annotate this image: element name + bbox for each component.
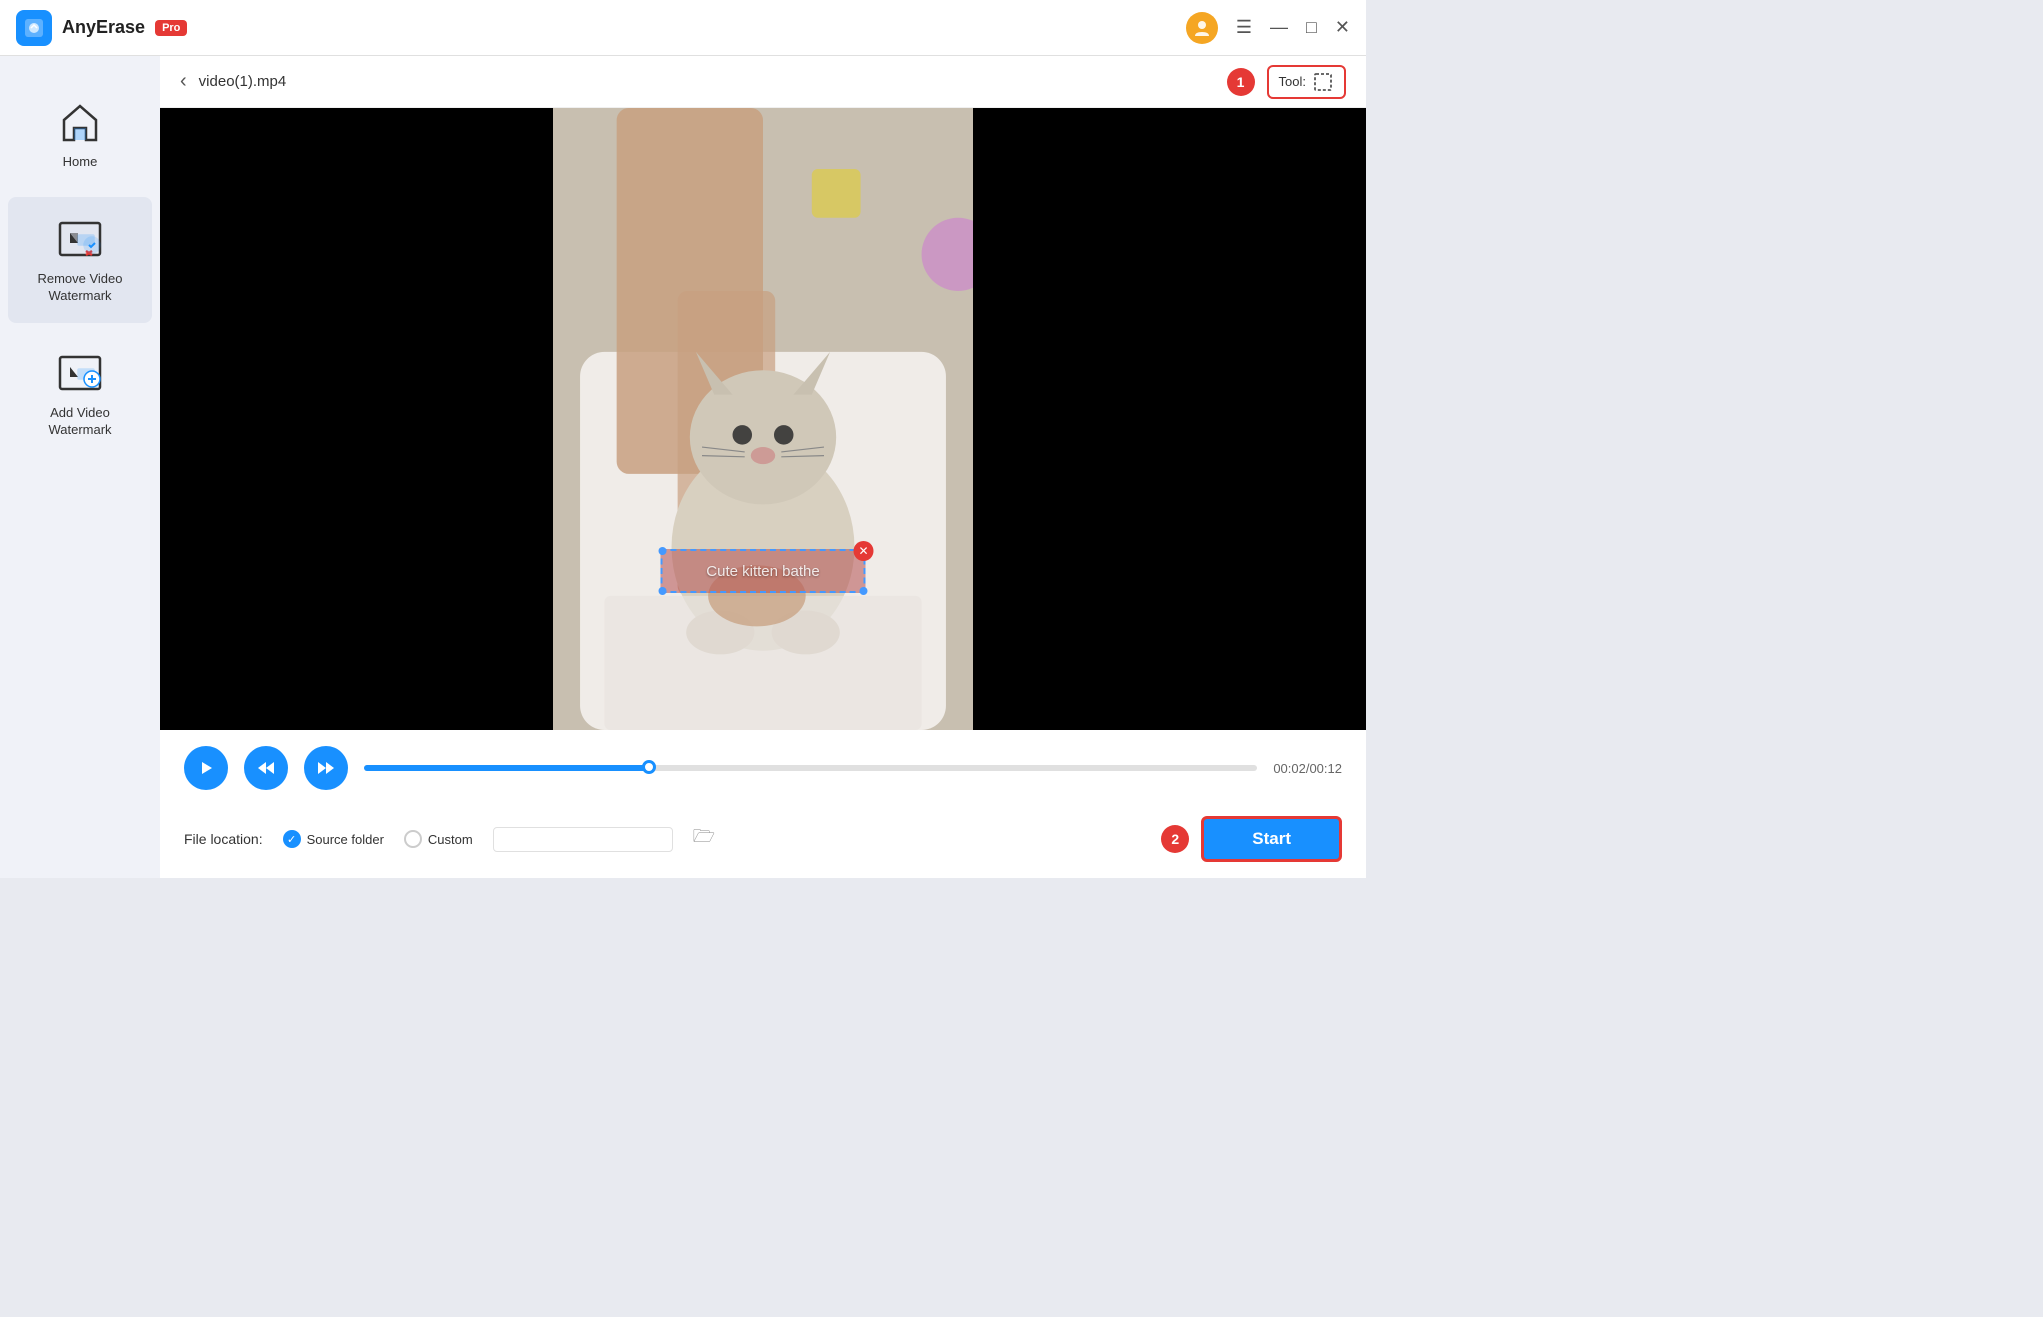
video-center-image: ✕ Cute kitten bathe (553, 108, 973, 730)
pro-badge: Pro (155, 20, 187, 36)
custom-option[interactable]: Custom (404, 830, 473, 848)
video-thumbnail (553, 108, 973, 730)
sidebar-item-remove-watermark[interactable]: Remove VideoWatermark (8, 197, 152, 323)
sidebar: Home Remove VideoWatermark (0, 56, 160, 878)
minimize-icon[interactable]: — (1270, 17, 1288, 38)
sidebar-item-home[interactable]: Home (8, 80, 152, 189)
back-button[interactable]: ‹ (180, 70, 187, 93)
tool-label: Tool: (1279, 74, 1306, 89)
crop-tool-icon (1312, 71, 1334, 93)
source-folder-radio[interactable] (283, 830, 301, 848)
handle-br[interactable] (860, 587, 868, 595)
start-button[interactable]: Start (1201, 816, 1342, 862)
content-area: ‹ video(1).mp4 1 Tool: (160, 56, 1366, 878)
watermark-label: Cute kitten bathe (706, 563, 819, 580)
sidebar-remove-watermark-label: Remove VideoWatermark (37, 271, 122, 305)
source-folder-label: Source folder (307, 832, 384, 847)
user-avatar[interactable] (1186, 12, 1218, 44)
add-watermark-icon (56, 349, 104, 397)
maximize-icon[interactable]: □ (1306, 17, 1317, 38)
step1-badge: 1 (1227, 68, 1255, 96)
tool-box[interactable]: Tool: (1267, 65, 1346, 99)
watermark-selection-box[interactable]: ✕ Cute kitten bathe (661, 549, 866, 593)
progress-fill (364, 765, 650, 771)
play-button[interactable] (184, 746, 228, 790)
file-location-label: File location: (184, 831, 263, 847)
controls-area: 00:02/00:12 File location: Source folder… (160, 730, 1366, 878)
custom-path-input[interactable] (493, 827, 673, 852)
header-right: 1 Tool: (1227, 65, 1346, 99)
handle-bl[interactable] (659, 587, 667, 595)
close-icon[interactable]: ✕ (1335, 17, 1350, 38)
custom-radio[interactable] (404, 830, 422, 848)
hamburger-icon[interactable]: ☰ (1236, 17, 1252, 38)
progress-bar[interactable] (364, 765, 1257, 771)
file-location-bar: File location: Source folder Custom 🗁 2 … (184, 806, 1342, 878)
main-layout: Home Remove VideoWatermark (0, 56, 1366, 878)
step2-badge: 2 (1161, 825, 1189, 853)
titlebar: AnyErase Pro ☰ — □ ✕ (0, 0, 1366, 56)
remove-watermark-icon (56, 215, 104, 263)
browse-folder-button[interactable]: 🗁 (693, 824, 715, 854)
video-left-black (160, 108, 553, 730)
handle-tl[interactable] (659, 547, 667, 555)
app-name: AnyErase (62, 17, 145, 38)
rewind-button[interactable] (244, 746, 288, 790)
titlebar-right: ☰ — □ ✕ (1186, 12, 1350, 44)
sidebar-home-label: Home (63, 154, 98, 171)
source-folder-option[interactable]: Source folder (283, 830, 384, 848)
custom-label: Custom (428, 832, 473, 847)
forward-button[interactable] (304, 746, 348, 790)
video-area: ✕ Cute kitten bathe (160, 108, 1366, 730)
video-frame: ✕ Cute kitten bathe (160, 108, 1366, 730)
titlebar-left: AnyErase Pro (16, 10, 187, 46)
file-name: video(1).mp4 (199, 73, 287, 90)
app-logo (16, 10, 52, 46)
window-controls: ☰ — □ ✕ (1236, 17, 1350, 38)
home-icon (56, 98, 104, 146)
video-right-black (973, 108, 1366, 730)
content-header: ‹ video(1).mp4 1 Tool: (160, 56, 1366, 108)
file-location-left: File location: Source folder Custom 🗁 (184, 824, 715, 854)
sidebar-item-add-watermark[interactable]: Add VideoWatermark (8, 331, 152, 457)
watermark-close-button[interactable]: ✕ (854, 541, 874, 561)
content-header-left: ‹ video(1).mp4 (180, 70, 286, 93)
sidebar-add-watermark-label: Add VideoWatermark (48, 405, 111, 439)
file-location-right: 2 Start (1161, 816, 1342, 862)
time-display: 00:02/00:12 (1273, 761, 1342, 776)
progress-thumb[interactable] (642, 760, 656, 774)
playback-controls: 00:02/00:12 (184, 746, 1342, 790)
